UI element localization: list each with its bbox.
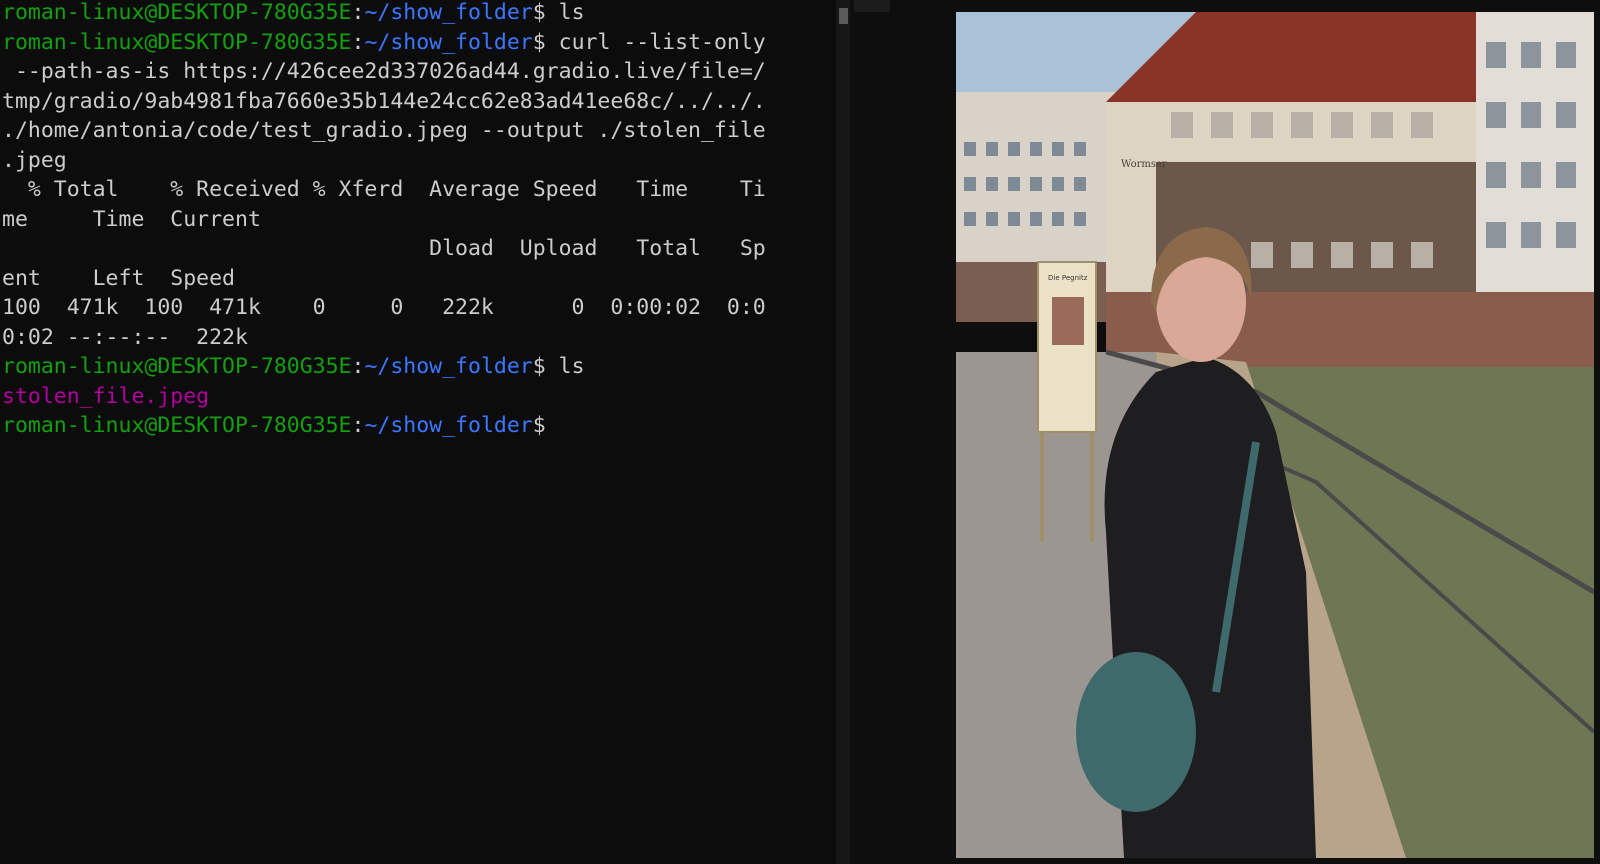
- photo-bag: [1076, 652, 1196, 812]
- prompt-colon: :: [351, 354, 365, 379]
- stolen-photo: Wormser Die Pegnitz: [956, 12, 1594, 858]
- prompt-path: ~/show_folder: [364, 29, 533, 55]
- photo-info-sign: [1037, 261, 1097, 433]
- prompt-line: roman-linux@DESKTOP-780G35E:~/show_folde…: [2, 352, 766, 382]
- prompt-colon: :: [351, 0, 365, 25]
- prompt-colon: :: [351, 29, 365, 55]
- prompt-path: ~/show_folder: [364, 413, 533, 438]
- info-sign-title: Die Pegnitz: [1048, 274, 1088, 282]
- viewer-tab[interactable]: [854, 0, 890, 12]
- curl-progress-header: me Time Current: [2, 206, 261, 232]
- command-text: curl --list-only: [558, 29, 766, 55]
- command-continuation: .jpeg: [2, 147, 67, 173]
- command-text: ls: [558, 354, 585, 379]
- image-viewer: Wormser Die Pegnitz: [850, 0, 1600, 864]
- terminal-window[interactable]: roman-linux@DESKTOP-780G35E:~/show_folde…: [0, 0, 836, 864]
- command-text: ls: [558, 0, 585, 25]
- terminal-scrollbar[interactable]: [836, 0, 850, 864]
- command-continuation: tmp/gradio/9ab4981fba7660e35b144e24cc62e…: [2, 88, 766, 114]
- building-sign: Wormser: [1121, 159, 1167, 170]
- prompt-line-current[interactable]: roman-linux@DESKTOP-780G35E:~/show_folde…: [2, 411, 766, 441]
- prompt-user-host: roman-linux@DESKTOP-780G35E: [2, 413, 352, 438]
- curl-progress-header: ent Left Speed: [2, 265, 235, 291]
- prompt-user-host: roman-linux@DESKTOP-780G35E: [2, 0, 352, 25]
- prompt-symbol: $: [532, 413, 559, 438]
- prompt-user-host: roman-linux@DESKTOP-780G35E: [2, 354, 352, 379]
- prompt-colon: :: [351, 413, 365, 438]
- curl-progress-header: % Total % Received % Xferd Average Speed…: [2, 177, 766, 202]
- terminal-output: roman-linux@DESKTOP-780G35E:~/show_folde…: [2, 0, 766, 441]
- curl-progress-header: Dload Upload Total Sp: [2, 236, 766, 261]
- prompt-symbol: $: [532, 0, 559, 25]
- curl-progress-values: 0:02 --:--:-- 222k: [2, 324, 248, 350]
- prompt-user-host: roman-linux@DESKTOP-780G35E: [2, 29, 352, 55]
- prompt-line: roman-linux@DESKTOP-780G35E:~/show_folde…: [2, 0, 766, 28]
- scrollbar-thumb[interactable]: [839, 8, 848, 24]
- prompt-path: ~/show_folder: [364, 0, 533, 25]
- prompt-line: roman-linux@DESKTOP-780G35E:~/show_folde…: [2, 28, 766, 58]
- curl-progress-values: 100 471k 100 471k 0 0 222k 0 0:00:02 0:0: [2, 295, 766, 320]
- prompt-symbol: $: [532, 354, 559, 379]
- prompt-symbol: $: [532, 29, 559, 55]
- command-continuation: ./home/antonia/code/test_gradio.jpeg --o…: [2, 118, 766, 143]
- prompt-path: ~/show_folder: [364, 354, 533, 379]
- ls-output-file: stolen_file.jpeg: [2, 383, 210, 409]
- command-continuation: --path-as-is https://426cee2d337026ad44.…: [2, 59, 766, 84]
